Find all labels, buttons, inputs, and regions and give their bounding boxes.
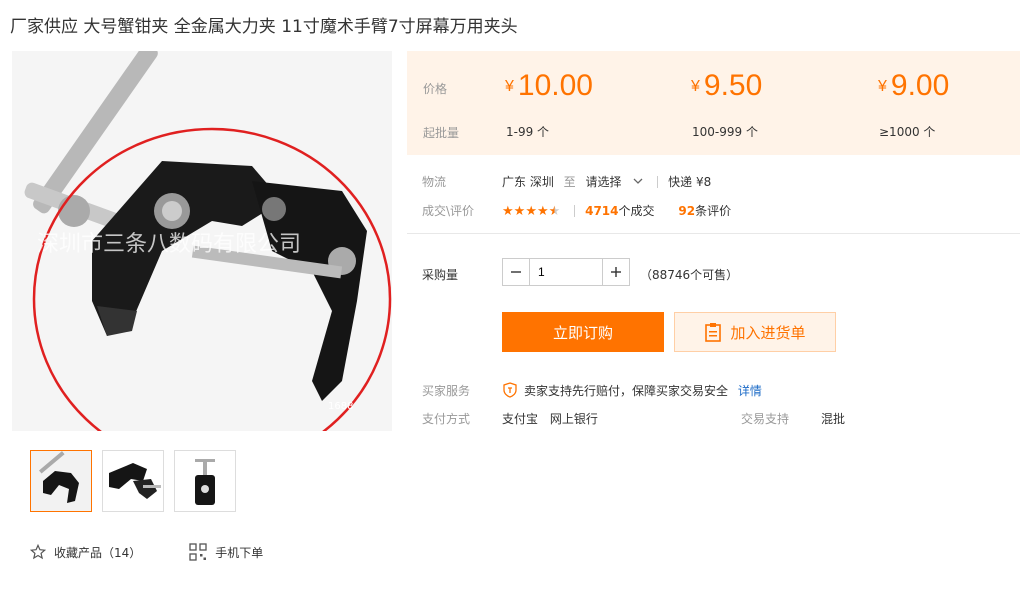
chevron-down-icon [633, 178, 643, 184]
thumb-image-1 [31, 451, 91, 511]
qr-code-icon [189, 543, 207, 561]
buy-now-button[interactable]: 立即订购 [502, 312, 664, 352]
price-label: 价格 [423, 82, 448, 96]
mobile-order-button[interactable]: 手机下单 [189, 543, 263, 561]
main-product-image[interactable]: 深圳市三条八数码有限公司 1688 [12, 51, 392, 431]
trade-support-label: 交易支持 [741, 412, 790, 426]
logistics-label: 物流 [422, 175, 447, 189]
thumbnail-2[interactable] [102, 450, 164, 512]
price-box: 价格 起批量 ¥10.00 ¥9.50 ¥9.00 1-99 个 100-999… [407, 51, 1020, 155]
moq-label: 起批量 [423, 126, 460, 140]
star-icon: ★ [536, 204, 549, 219]
minus-icon [511, 271, 521, 273]
price-value: 10.00 [517, 69, 593, 102]
star-icon: ★ [525, 204, 537, 219]
currency-symbol: ¥ [505, 78, 514, 95]
half-star-icon: ★ [548, 204, 561, 219]
add-to-cart-label: 加入进货单 [730, 323, 806, 342]
decrement-button[interactable] [503, 259, 529, 285]
divider [574, 205, 576, 217]
rating-stars[interactable]: ★★★★★ [502, 204, 560, 219]
service-label: 买家服务 [422, 384, 471, 398]
quantity-range-3: ≥1000 个 [879, 125, 936, 139]
thumb-image-3 [175, 451, 235, 511]
favorite-label: 收藏产品（14） [54, 545, 142, 560]
deals-label: 成交\评价 [422, 204, 475, 218]
product-title: 厂家供应 大号蟹钳夹 全金属大力夹 11寸魔术手臂7寸屏幕万用夹头 [10, 17, 518, 37]
star-icon: ★ [513, 204, 526, 219]
stock-text: （88746个可售） [640, 268, 739, 282]
price-tier-1: ¥10.00 [505, 69, 593, 103]
thumbnail-1[interactable] [30, 450, 92, 512]
currency-symbol: ¥ [691, 78, 700, 95]
quantity-range-2: 100-999 个 [692, 125, 758, 139]
shield-badge-icon [503, 382, 517, 398]
product-actions: 收藏产品（14） 手机下单 [30, 543, 263, 561]
divider [657, 176, 659, 188]
payment-row: 支付方式 支付宝 网上银行 [422, 410, 598, 427]
quantity-range-1: 1-99 个 [506, 125, 550, 139]
price-value: 9.00 [890, 69, 950, 102]
clipboard-icon [705, 323, 722, 342]
destination-select[interactable]: 请选择 [586, 175, 648, 189]
watermark-text: 深圳市三条八数码有限公司 [37, 232, 301, 257]
star-outline-icon [30, 544, 46, 560]
shipping-cost: 快递 ¥8 [668, 175, 712, 189]
payment-method: 网上银行 [549, 412, 598, 426]
mobile-order-label: 手机下单 [215, 545, 264, 560]
review-count[interactable]: 92 [678, 204, 695, 218]
currency-symbol: ¥ [878, 78, 887, 95]
deal-count: 4714 [585, 204, 619, 218]
service-details-link[interactable]: 详情 [738, 384, 762, 398]
corner-watermark: 1688 [328, 401, 353, 412]
trade-support-row: 交易支持 混批 [741, 410, 845, 427]
destination-value: 请选择 [585, 175, 622, 189]
plus-icon [611, 267, 621, 277]
thumbnail-3[interactable] [174, 450, 236, 512]
service-row: 买家服务 卖家支持先行赔付，保障买家交易安全 详情 [422, 382, 762, 399]
trade-support-value: 混批 [821, 412, 846, 426]
purchase-label: 采购量 [422, 268, 459, 282]
favorite-button[interactable]: 收藏产品（14） [30, 544, 141, 561]
logistics-row: 物流 广东 深圳 至 请选择 快递 ¥8 [422, 173, 711, 190]
add-to-cart-button[interactable]: 加入进货单 [674, 312, 836, 352]
increment-button[interactable] [603, 259, 629, 285]
star-icon: ★ [502, 204, 514, 219]
price-tier-3: ¥9.00 [878, 69, 949, 103]
review-suffix: 条评价 [695, 204, 732, 218]
origin-text: 广东 深圳 [502, 175, 554, 189]
price-value: 9.50 [703, 69, 763, 102]
thumbnail-strip [30, 450, 236, 512]
payment-label: 支付方式 [422, 412, 471, 426]
section-divider [407, 233, 1020, 234]
price-tier-2: ¥9.50 [691, 69, 762, 103]
deal-suffix: 个成交 [618, 204, 655, 218]
service-text: 卖家支持先行赔付，保障买家交易安全 [524, 384, 729, 398]
payment-method: 支付宝 [502, 412, 539, 426]
to-text: 至 [563, 175, 576, 189]
thumb-image-2 [103, 451, 163, 511]
deals-row: 成交\评价 ★★★★★ 4714个成交 92条评价 [422, 202, 731, 219]
crab-clamp-illustration: 深圳市三条八数码有限公司 1688 [12, 51, 392, 431]
quantity-stepper [502, 258, 630, 286]
quantity-input[interactable] [529, 259, 603, 285]
